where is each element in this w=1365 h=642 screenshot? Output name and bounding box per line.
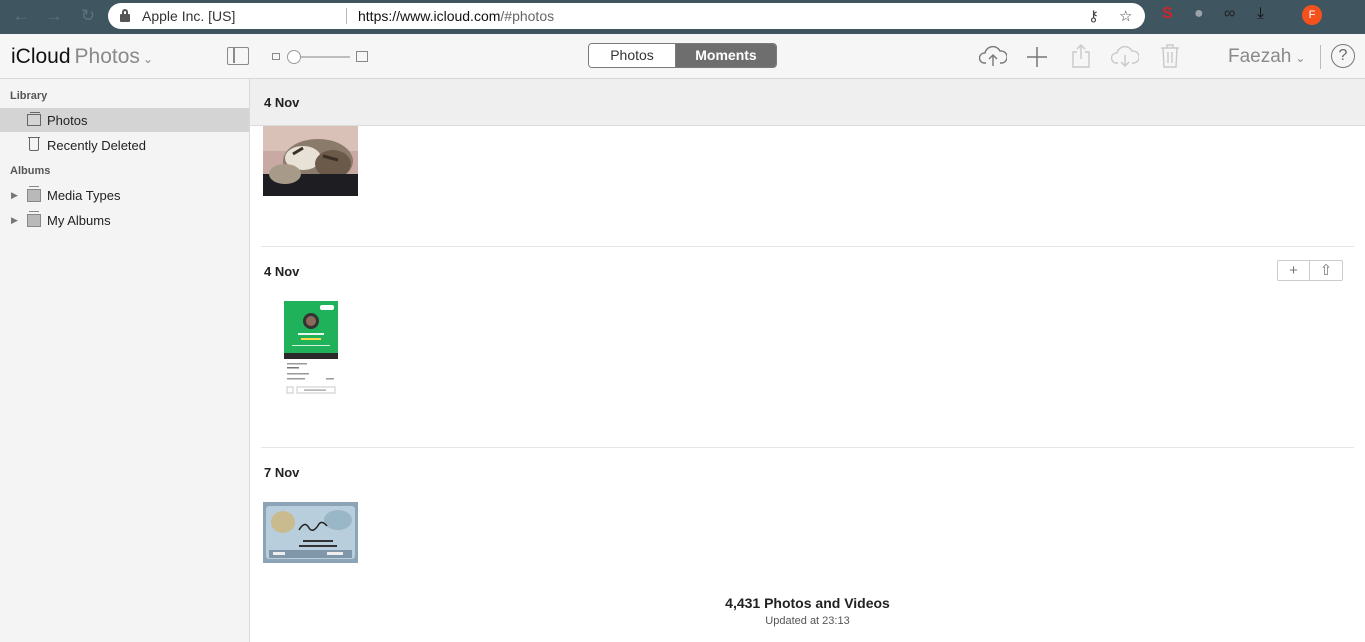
- app-title[interactable]: iCloud Photos ⌄: [11, 45, 153, 69]
- app-toolbar: iCloud Photos ⌄ Photos Moments Faezah ⌄ ?: [0, 34, 1365, 79]
- help-icon[interactable]: ?: [1331, 44, 1355, 68]
- add-icon[interactable]: [1026, 46, 1048, 68]
- cat-photo-thumbnail[interactable]: [263, 126, 358, 196]
- moment-date[interactable]: 4 Nov: [264, 95, 299, 110]
- profile-avatar[interactable]: F: [1302, 5, 1322, 25]
- sidebar-item-recently-deleted[interactable]: Recently Deleted: [0, 133, 249, 157]
- library-count: 4,431 Photos and Videos: [725, 595, 890, 611]
- zoom-in-icon[interactable]: [356, 51, 368, 62]
- share-icon[interactable]: [1071, 43, 1091, 69]
- address-separator: [346, 8, 347, 24]
- brand-name: iCloud: [11, 45, 71, 68]
- last-updated: Updated at 23:13: [765, 615, 850, 627]
- zoom-slider-thumb[interactable]: [287, 50, 301, 64]
- disclosure-triangle-icon[interactable]: ▶: [11, 215, 18, 226]
- moment-divider: [261, 447, 1354, 448]
- user-menu[interactable]: Faezah ⌄: [1228, 46, 1305, 68]
- back-icon[interactable]: ←: [10, 5, 32, 27]
- moment-date[interactable]: 4 Nov: [264, 264, 299, 279]
- photos-icon: [27, 112, 41, 126]
- disclosure-triangle-icon[interactable]: ▶: [11, 190, 18, 201]
- download-icon[interactable]: ⤓: [1257, 5, 1264, 23]
- moment-date[interactable]: 7 Nov: [264, 465, 299, 480]
- sidebar-item-media-types[interactable]: ▶ Media Types: [0, 183, 249, 207]
- share-icon[interactable]: ⇧: [1310, 261, 1342, 280]
- url-host: https://www.icloud.com: [358, 8, 501, 24]
- extension-binoculars-icon[interactable]: ∞: [1224, 5, 1235, 23]
- sidebar: Library Photos Recently Deleted Albums ▶…: [0, 79, 250, 642]
- sidebar-toggle-icon[interactable]: [227, 47, 249, 65]
- upload-icon[interactable]: [979, 43, 1007, 69]
- library-heading: Library: [10, 90, 48, 102]
- toolbar-divider: [1320, 45, 1321, 69]
- sidebar-item-label: Recently Deleted: [47, 137, 146, 153]
- extension-s-icon[interactable]: S: [1162, 5, 1173, 23]
- sidebar-item-label: Photos: [47, 112, 88, 128]
- album-icon: [27, 211, 41, 227]
- sidebar-item-my-albums[interactable]: ▶ My Albums: [0, 208, 249, 232]
- sidebar-item-label: Media Types: [47, 187, 121, 203]
- site-org: Apple Inc. [US]: [142, 8, 236, 24]
- moment-divider: [261, 246, 1354, 247]
- bookmark-star-icon[interactable]: ☆: [1119, 7, 1132, 25]
- url-text: https://www.icloud.com/#photos: [358, 8, 554, 24]
- sidebar-item-photos[interactable]: Photos: [0, 108, 249, 132]
- moments-view: 4 Nov 4 Nov + ⇧ 7 Nov 4,431 Photos and V…: [250, 79, 1365, 642]
- view-switcher: Photos Moments: [588, 43, 777, 68]
- moment-header: 4 Nov: [250, 248, 1365, 295]
- app-name: Photos: [74, 45, 140, 68]
- trash-icon[interactable]: [1160, 43, 1180, 69]
- moment-header: 4 Nov: [250, 79, 1365, 126]
- zoom-out-icon[interactable]: [272, 53, 280, 60]
- reload-icon[interactable]: ↻: [77, 5, 99, 27]
- browser-toolbar: ← → ↻ Apple Inc. [US] https://www.icloud…: [0, 0, 1365, 34]
- download-cloud-icon[interactable]: [1111, 43, 1139, 69]
- albums-heading: Albums: [10, 165, 51, 177]
- id-card-photo-thumbnail[interactable]: [263, 502, 358, 563]
- moment-actions: + ⇧: [1277, 260, 1343, 281]
- url-path: /#photos: [500, 8, 555, 24]
- key-icon[interactable]: ⚷: [1088, 7, 1099, 25]
- moment-header: 7 Nov: [250, 449, 1365, 496]
- lock-icon: [120, 9, 130, 22]
- album-icon: [27, 186, 41, 202]
- extension-bubble-icon[interactable]: ●: [1194, 5, 1204, 23]
- chevron-down-icon: ⌄: [142, 52, 153, 66]
- tab-photos[interactable]: Photos: [589, 44, 676, 67]
- add-icon[interactable]: +: [1278, 261, 1311, 280]
- tab-moments[interactable]: Moments: [676, 44, 776, 67]
- user-name: Faezah: [1228, 46, 1292, 67]
- sidebar-item-label: My Albums: [47, 212, 111, 228]
- trash-icon: [28, 137, 40, 151]
- chevron-down-icon: ⌄: [1295, 51, 1306, 65]
- address-bar[interactable]: Apple Inc. [US] https://www.icloud.com/#…: [108, 3, 1145, 29]
- forward-icon[interactable]: →: [43, 5, 65, 27]
- app-screenshot-thumbnail[interactable]: [284, 301, 338, 397]
